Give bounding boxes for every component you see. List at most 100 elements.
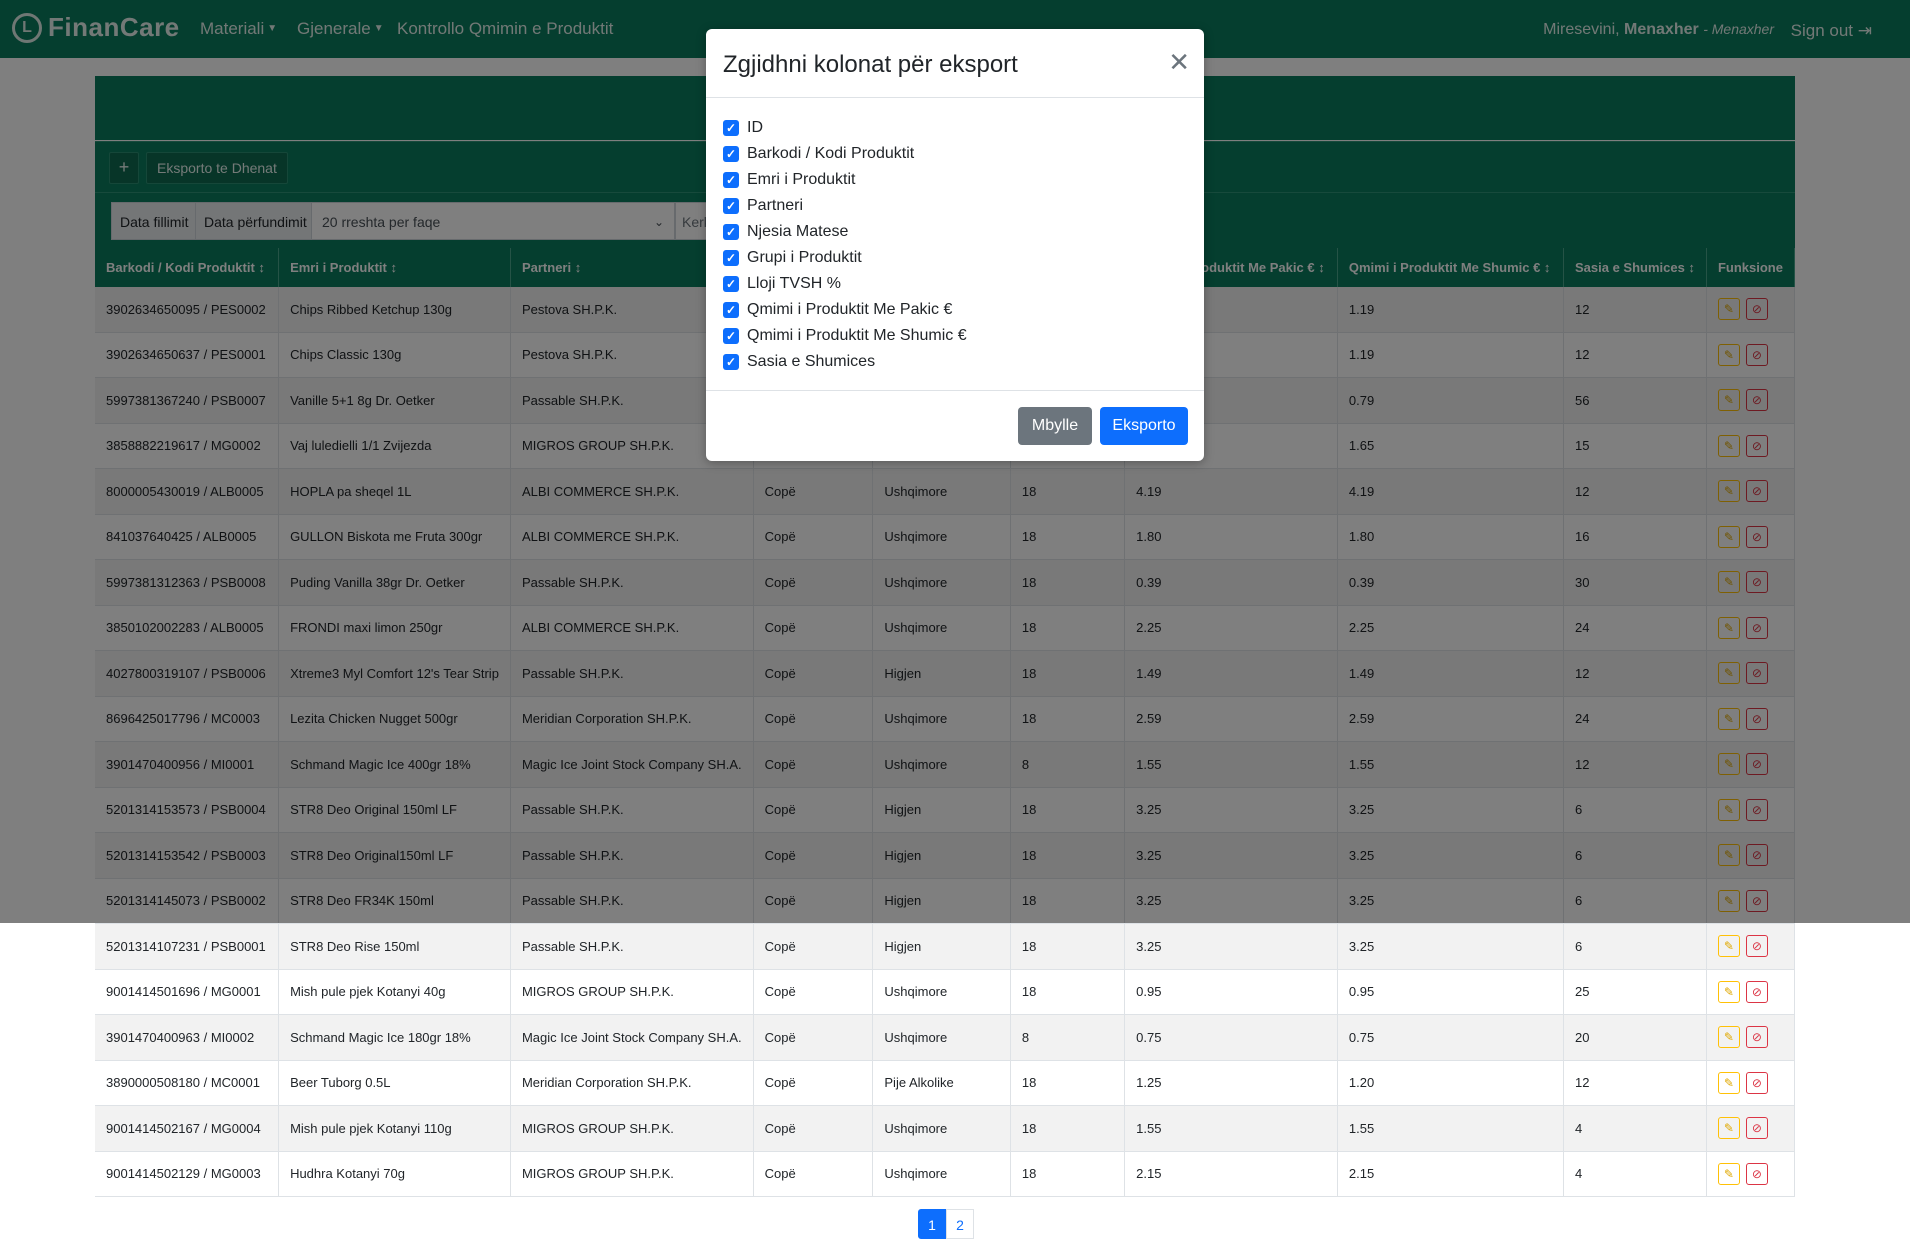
column-option[interactable]: ✓ Qmimi i Produktit Me Shumic € xyxy=(723,323,967,349)
edit-icon[interactable]: ✎ xyxy=(1717,1026,1740,1049)
actions-cell: ✎⊘ xyxy=(1706,1105,1796,1152)
ban-icon[interactable]: ⊘ xyxy=(1745,1026,1768,1049)
table-cell: 9001414502167 / MG0004 xyxy=(95,1105,280,1152)
column-option[interactable]: ✓ Barkodi / Kodi Produktit xyxy=(723,141,967,167)
table-cell: Pije Alkolike xyxy=(872,1060,1011,1106)
close-button[interactable]: Mbylle xyxy=(1018,407,1092,445)
table-cell: 2.15 xyxy=(1124,1151,1338,1197)
edit-icon[interactable]: ✎ xyxy=(1717,1071,1740,1094)
table-cell: 0.95 xyxy=(1337,969,1564,1015)
table-cell: 18 xyxy=(1010,969,1126,1015)
pagination: 1 2 xyxy=(918,1209,974,1239)
column-option-label: Lloji TVSH % xyxy=(747,275,841,292)
checkbox[interactable]: ✓ xyxy=(723,276,739,292)
column-option[interactable]: ✓ Qmimi i Produktit Me Pakic € xyxy=(723,297,967,323)
table-cell: 1.55 xyxy=(1124,1105,1338,1152)
table-cell: Copë xyxy=(753,1151,874,1197)
column-checkbox-list: ✓ ID ✓ Barkodi / Kodi Produktit ✓ Emri i Prod… xyxy=(723,115,967,375)
table-cell: Ushqimore xyxy=(872,1014,1011,1061)
edit-icon[interactable]: ✎ xyxy=(1717,1117,1740,1140)
table-cell: Meridian Corporation SH.P.K. xyxy=(510,1060,754,1106)
column-option[interactable]: ✓ Emri i Produktit xyxy=(723,167,967,193)
column-option-label: Grupi i Produktit xyxy=(747,249,862,266)
table-cell: MIGROS GROUP SH.P.K. xyxy=(510,969,754,1015)
ban-icon[interactable]: ⊘ xyxy=(1745,1162,1768,1185)
table-row: 9001414501696 / MG0001 Mish pule pjek Kot… xyxy=(95,969,1796,1015)
table-cell: Hudhra Kotanyi 70g xyxy=(278,1151,511,1197)
table-cell: 4 xyxy=(1563,1151,1707,1197)
table-cell: Mish pule pjek Kotanyi 110g xyxy=(278,1105,511,1152)
column-option[interactable]: ✓ Sasia e Shumices xyxy=(723,349,967,375)
export-button[interactable]: Eksporto xyxy=(1100,407,1188,445)
modal-title: Zgjidhni kolonat për eksport xyxy=(723,51,1018,78)
column-option-label: Partneri xyxy=(747,197,804,214)
modal-header-divider xyxy=(706,97,1204,98)
export-columns-modal: Zgjidhni kolonat për eksport ✕ ✓ ID ✓ Barko… xyxy=(706,29,1204,461)
table-cell: 8 xyxy=(1010,1014,1126,1061)
checkbox[interactable]: ✓ xyxy=(723,302,739,318)
table-cell: 1.55 xyxy=(1337,1105,1564,1152)
checkbox[interactable]: ✓ xyxy=(723,250,739,266)
checkbox[interactable]: ✓ xyxy=(723,198,739,214)
table-cell: Ushqimore xyxy=(872,1105,1011,1152)
edit-icon[interactable]: ✎ xyxy=(1717,980,1740,1003)
checkbox[interactable]: ✓ xyxy=(723,172,739,188)
ban-icon[interactable]: ⊘ xyxy=(1745,935,1768,958)
table-cell: 3901470400963 / MI0002 xyxy=(95,1014,280,1061)
checkbox[interactable]: ✓ xyxy=(723,328,739,344)
table-cell: 0.75 xyxy=(1124,1014,1338,1061)
column-option-label: Barkodi / Kodi Produktit xyxy=(747,145,915,162)
checkbox[interactable]: ✓ xyxy=(723,120,739,136)
column-option-label: Emri i Produktit xyxy=(747,171,856,188)
table-cell: 4 xyxy=(1563,1105,1707,1152)
table-cell: 3.25 xyxy=(1337,923,1564,970)
table-cell: Beer Tuborg 0.5L xyxy=(278,1060,511,1106)
ban-icon[interactable]: ⊘ xyxy=(1745,980,1768,1003)
page-1-button[interactable]: 1 xyxy=(918,1209,946,1239)
page-2-button[interactable]: 2 xyxy=(946,1209,974,1239)
table-cell: MIGROS GROUP SH.P.K. xyxy=(510,1151,754,1197)
table-cell: Copë xyxy=(753,1060,874,1106)
table-cell: Magic Ice Joint Stock Company SH.A. xyxy=(510,1014,754,1061)
column-option[interactable]: ✓ Njesia Matese xyxy=(723,219,967,245)
table-cell: Copë xyxy=(753,1105,874,1152)
table-cell: 5201314107231 / PSB0001 xyxy=(95,923,280,970)
table-cell: 9001414502129 / MG0003 xyxy=(95,1151,280,1197)
column-option-label: ID xyxy=(747,119,763,136)
edit-icon[interactable]: ✎ xyxy=(1717,935,1740,958)
table-cell: 3890000508180 / MC0001 xyxy=(95,1060,280,1106)
table-cell: 12 xyxy=(1563,1060,1707,1106)
table-cell: 1.25 xyxy=(1124,1060,1338,1106)
table-cell: 18 xyxy=(1010,923,1126,970)
column-option[interactable]: ✓ Partneri xyxy=(723,193,967,219)
table-cell: Ushqimore xyxy=(872,1151,1011,1197)
table-cell: 25 xyxy=(1563,969,1707,1015)
ban-icon[interactable]: ⊘ xyxy=(1745,1117,1768,1140)
table-cell: 18 xyxy=(1010,1151,1126,1197)
column-option[interactable]: ✓ Lloji TVSH % xyxy=(723,271,967,297)
actions-cell: ✎⊘ xyxy=(1706,969,1796,1015)
checkbox[interactable]: ✓ xyxy=(723,146,739,162)
column-option[interactable]: ✓ ID xyxy=(723,115,967,141)
column-option-label: Qmimi i Produktit Me Pakic € xyxy=(747,301,953,318)
close-icon[interactable]: ✕ xyxy=(1168,47,1190,78)
table-cell: Copë xyxy=(753,923,874,970)
table-cell: Passable SH.P.K. xyxy=(510,923,754,970)
table-cell: 6 xyxy=(1563,923,1707,970)
table-row: 3890000508180 / MC0001 Beer Tuborg 0.5L Me… xyxy=(95,1060,1796,1106)
column-option[interactable]: ✓ Grupi i Produktit xyxy=(723,245,967,271)
table-cell: Higjen xyxy=(872,923,1011,970)
checkbox[interactable]: ✓ xyxy=(723,354,739,370)
table-cell: Schmand Magic Ice 180gr 18% xyxy=(278,1014,511,1061)
actions-cell: ✎⊘ xyxy=(1706,1014,1796,1061)
table-cell: STR8 Deo Rise 150ml xyxy=(278,923,511,970)
table-cell: 2.15 xyxy=(1337,1151,1564,1197)
edit-icon[interactable]: ✎ xyxy=(1717,1162,1740,1185)
table-cell: 0.95 xyxy=(1124,969,1338,1015)
checkbox[interactable]: ✓ xyxy=(723,224,739,240)
column-option-label: Sasia e Shumices xyxy=(747,353,876,370)
ban-icon[interactable]: ⊘ xyxy=(1745,1071,1768,1094)
table-cell: 18 xyxy=(1010,1105,1126,1152)
table-cell: Copë xyxy=(753,969,874,1015)
table-cell: 9001414501696 / MG0001 xyxy=(95,969,280,1015)
